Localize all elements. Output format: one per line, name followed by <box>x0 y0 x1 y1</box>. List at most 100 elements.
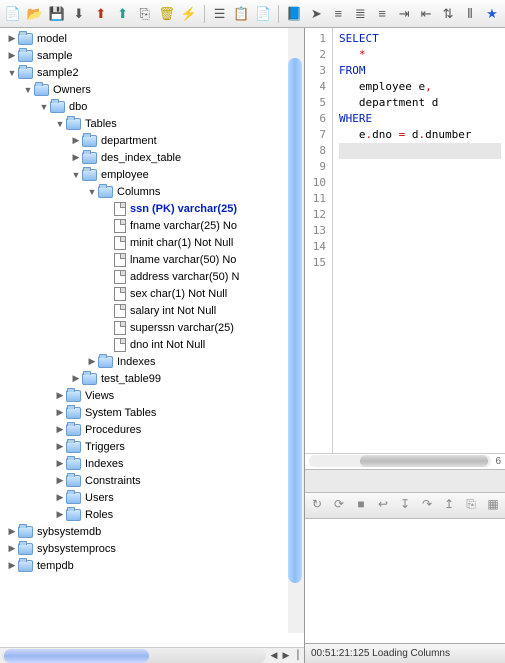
indent-button[interactable]: ⇥ <box>395 5 413 23</box>
align-left-button[interactable]: ≡ <box>329 5 347 23</box>
tree-row[interactable]: ▶System Tables <box>0 404 304 421</box>
code-line[interactable] <box>339 207 501 223</box>
code-line[interactable]: department d <box>339 95 501 111</box>
disclosure-open-icon[interactable]: ▼ <box>6 67 18 79</box>
tree-row[interactable]: ▶Indexes <box>0 353 304 370</box>
columns-button[interactable]: ⦀ <box>461 5 479 23</box>
tree-row[interactable]: ▼Owners <box>0 81 304 98</box>
sql-editor[interactable]: 123456789101112131415 SELECT *FROM emplo… <box>305 28 505 453</box>
copy-button[interactable]: ⎘ <box>463 497 479 513</box>
tree-row[interactable]: ▶Constraints <box>0 472 304 489</box>
tree-row[interactable]: ▼dbo <box>0 98 304 115</box>
code-line[interactable]: e.dno = d.dnumber <box>339 127 501 143</box>
tree-row[interactable]: ▶sybsystemdb <box>0 523 304 540</box>
disclosure-open-icon[interactable]: ▼ <box>86 186 98 198</box>
tree-row[interactable]: fname varchar(25) No <box>0 217 304 234</box>
code-line[interactable]: employee e, <box>339 79 501 95</box>
sort-button[interactable]: ⇅ <box>439 5 457 23</box>
editor-hscroll-track[interactable] <box>309 455 491 467</box>
db-tree[interactable]: ▶model▶sample▼sample2▼Owners▼dbo▼Tables▶… <box>0 28 304 647</box>
tree-row[interactable]: ▶department <box>0 132 304 149</box>
disclosure-closed-icon[interactable]: ▶ <box>70 152 82 164</box>
star-button[interactable]: ★ <box>483 5 501 23</box>
disclosure-closed-icon[interactable]: ▶ <box>54 509 66 521</box>
export-teal-button[interactable]: ⬆ <box>114 5 132 23</box>
outdent-button[interactable]: ⇤ <box>417 5 435 23</box>
tree-row[interactable]: minit char(1) Not Null <box>0 234 304 251</box>
export-red-button[interactable]: ⬆ <box>92 5 110 23</box>
stop-button[interactable]: ■ <box>353 497 369 513</box>
disclosure-closed-icon[interactable]: ▶ <box>6 543 18 555</box>
tree-row[interactable]: dno int Not Null <box>0 336 304 353</box>
tree-row[interactable]: ▼sample2 <box>0 64 304 81</box>
tree-row[interactable]: ▶sample <box>0 47 304 64</box>
open-folder-button[interactable]: 📂 <box>26 5 44 23</box>
code-line[interactable] <box>339 223 501 239</box>
delete-button[interactable]: 🗑 <box>158 5 176 23</box>
tree-hscroll[interactable]: ◀ ▶ ⎮ <box>0 647 304 663</box>
disclosure-closed-icon[interactable]: ▶ <box>54 492 66 504</box>
code-line[interactable] <box>339 255 501 271</box>
tree-vscroll-track[interactable] <box>288 28 304 633</box>
disclosure-open-icon[interactable]: ▼ <box>22 84 34 96</box>
disclosure-closed-icon[interactable]: ▶ <box>54 390 66 402</box>
tree-row[interactable]: ▶tempdb <box>0 557 304 574</box>
editor-code[interactable]: SELECT *FROM employee e, department dWHE… <box>333 28 505 453</box>
code-line[interactable] <box>339 143 501 159</box>
save-button[interactable]: 💾 <box>48 5 66 23</box>
tree-row[interactable]: ▶Triggers <box>0 438 304 455</box>
disclosure-closed-icon[interactable]: ▶ <box>86 356 98 368</box>
hscroll-right-icon[interactable]: ▶ <box>280 650 292 662</box>
step-in-button[interactable]: ↧ <box>397 497 413 513</box>
tree-row[interactable]: ▼Tables <box>0 115 304 132</box>
editor-hscroll-thumb[interactable] <box>360 455 488 467</box>
tree-row[interactable]: ▶model <box>0 30 304 47</box>
step-out-button[interactable]: ↥ <box>441 497 457 513</box>
hscroll-end-icon[interactable]: ⎮ <box>292 650 304 662</box>
tree-row[interactable]: lname varchar(50) No <box>0 251 304 268</box>
code-line[interactable]: * <box>339 47 501 63</box>
tree-hscroll-thumb[interactable] <box>4 649 149 663</box>
code-line[interactable] <box>339 239 501 255</box>
tree-hscroll-track[interactable] <box>2 649 266 663</box>
copy-doc-button[interactable]: 📋 <box>233 5 251 23</box>
disclosure-closed-icon[interactable]: ▶ <box>6 526 18 538</box>
new-file-button[interactable]: 📄 <box>4 5 22 23</box>
tree-row[interactable]: salary int Not Null <box>0 302 304 319</box>
disclosure-closed-icon[interactable]: ▶ <box>54 441 66 453</box>
code-line[interactable]: FROM <box>339 63 501 79</box>
code-line[interactable] <box>339 175 501 191</box>
disclosure-open-icon[interactable]: ▼ <box>54 118 66 130</box>
editor-hscroll[interactable]: 6 <box>305 453 505 469</box>
tree-row[interactable]: ssn (PK) varchar(25) <box>0 200 304 217</box>
tree-row[interactable]: ▶sybsystemprocs <box>0 540 304 557</box>
align-right-button[interactable]: ≡ <box>373 5 391 23</box>
disclosure-closed-icon[interactable]: ▶ <box>6 560 18 572</box>
disclosure-open-icon[interactable]: ▼ <box>70 169 82 181</box>
tree-row[interactable]: ▶Procedures <box>0 421 304 438</box>
tree-row[interactable]: address varchar(50) N <box>0 268 304 285</box>
code-line[interactable]: WHERE <box>339 111 501 127</box>
tree-row[interactable]: ▶Users <box>0 489 304 506</box>
import-button[interactable]: ⬇ <box>70 5 88 23</box>
tree-row[interactable]: ▼Columns <box>0 183 304 200</box>
step-back-button[interactable]: ↩ <box>375 497 391 513</box>
disclosure-closed-icon[interactable]: ▶ <box>54 424 66 436</box>
disclosure-closed-icon[interactable]: ▶ <box>70 135 82 147</box>
tree-row[interactable]: ▼employee <box>0 166 304 183</box>
code-line[interactable]: SELECT <box>339 31 501 47</box>
tree-row[interactable]: sex char(1) Not Null <box>0 285 304 302</box>
pane-separator[interactable] <box>305 469 505 493</box>
paste-doc-button[interactable]: 📄 <box>254 5 272 23</box>
properties-button[interactable]: ☰ <box>211 5 229 23</box>
tree-row[interactable]: superssn varchar(25) <box>0 319 304 336</box>
hscroll-left-icon[interactable]: ◀ <box>268 650 280 662</box>
disclosure-closed-icon[interactable]: ▶ <box>54 407 66 419</box>
disclosure-closed-icon[interactable]: ▶ <box>70 373 82 385</box>
disclosure-closed-icon[interactable]: ▶ <box>54 458 66 470</box>
book-button[interactable]: 📘 <box>285 5 303 23</box>
run-button[interactable]: ⚡ <box>180 5 198 23</box>
step-over-button[interactable]: ↷ <box>419 497 435 513</box>
refresh-button[interactable]: ↻ <box>309 497 325 513</box>
pointer-button[interactable]: ➤ <box>307 5 325 23</box>
